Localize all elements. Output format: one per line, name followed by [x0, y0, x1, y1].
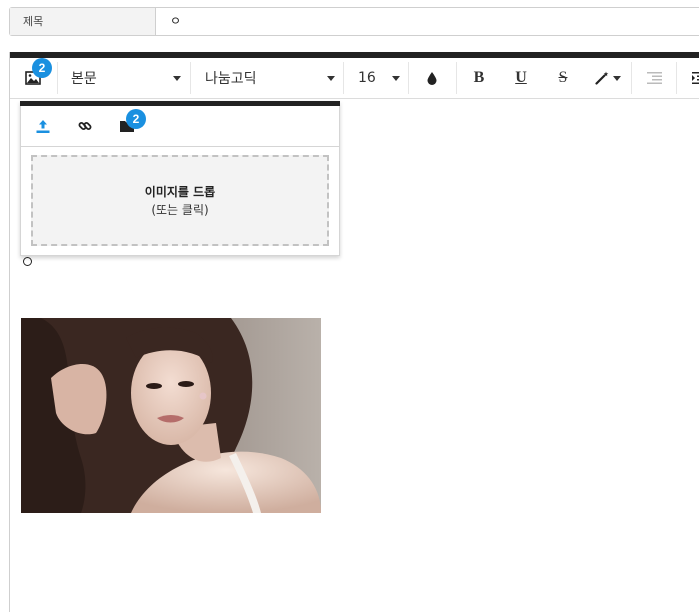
bold-label: B — [473, 69, 485, 86]
panel-tabs: 2 — [21, 106, 339, 147]
dropzone-subtitle: (또는 클릭) — [151, 202, 209, 217]
font-size-select[interactable]: 16 — [344, 58, 408, 98]
tab-link[interactable] — [63, 106, 107, 146]
image-button[interactable]: 2 — [10, 58, 56, 98]
paragraph-style-value: 본문 — [71, 71, 97, 87]
outdent-button[interactable] — [632, 58, 676, 98]
title-input[interactable]: ㅇ — [170, 8, 181, 35]
indent-button[interactable] — [678, 58, 699, 98]
folder-count-badge: 2 — [126, 109, 146, 129]
image-count-badge: 2 — [32, 58, 52, 78]
font-family-value: 나눔고딕 — [205, 71, 257, 87]
content-text-circle — [23, 257, 32, 266]
outdent-icon — [646, 72, 662, 84]
chevron-down-icon — [613, 75, 621, 81]
font-size-value: 16 — [358, 70, 376, 86]
tab-folder[interactable]: 2 — [105, 106, 149, 146]
chevron-down-icon — [173, 76, 181, 81]
image-dropzone[interactable]: 이미지를 드롭 (또는 클릭) — [31, 155, 329, 246]
effects-button[interactable] — [585, 58, 631, 98]
strikethrough-label: S — [558, 69, 568, 86]
chevron-down-icon — [327, 76, 335, 81]
bold-button[interactable]: B — [458, 58, 500, 98]
text-color-button[interactable] — [409, 58, 455, 98]
title-row: 제목 ㅇ — [9, 7, 699, 36]
magic-wand-icon — [595, 71, 609, 85]
image-insert-panel: 2 이미지를 드롭 (또는 클릭) — [20, 101, 340, 256]
upload-icon — [36, 119, 50, 133]
underline-label: U — [515, 69, 527, 86]
underline-button[interactable]: U — [500, 58, 542, 98]
indent-icon — [692, 72, 699, 84]
toolbar-divider — [456, 62, 457, 94]
tab-upload[interactable] — [21, 106, 65, 146]
toolbar-divider — [676, 62, 677, 94]
paragraph-style-select[interactable]: 본문 — [58, 58, 190, 98]
dropzone-title: 이미지를 드롭 — [144, 184, 216, 199]
title-label: 제목 — [10, 8, 156, 35]
font-family-select[interactable]: 나눔고딕 — [191, 58, 343, 98]
editor-toolbar: 2 본문 나눔고딕 16 B U S — [10, 58, 699, 99]
chevron-down-icon — [392, 76, 400, 81]
ink-drop-icon — [427, 71, 437, 85]
portrait-photo — [21, 318, 321, 513]
strikethrough-button[interactable]: S — [542, 58, 584, 98]
link-icon — [78, 122, 92, 130]
inserted-image[interactable] — [21, 318, 321, 513]
